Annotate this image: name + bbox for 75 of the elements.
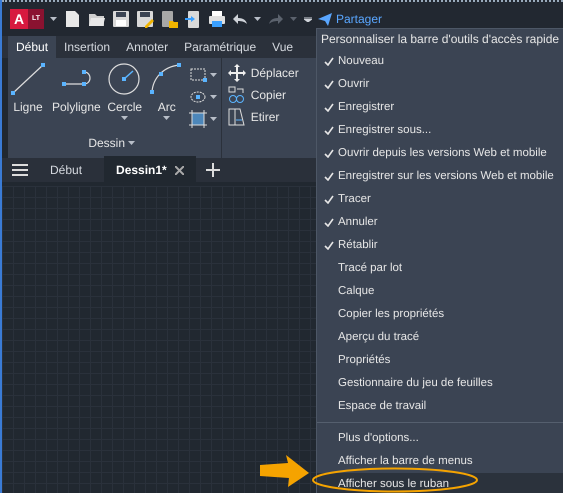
menu-item[interactable]: Annuler <box>317 211 563 234</box>
caret-icon <box>210 73 217 77</box>
small-tool-button[interactable] <box>188 66 217 84</box>
menu-item[interactable]: Ouvrir depuis les versions Web et mobile <box>317 142 563 165</box>
paper-plane-icon <box>318 12 332 26</box>
plus-icon[interactable] <box>206 163 220 177</box>
menu-item[interactable]: Espace de travail <box>317 395 563 418</box>
menu-item[interactable]: Rétablir <box>317 234 563 257</box>
ribbon-tab[interactable]: Insertion <box>56 36 118 58</box>
ribbon-tool-button[interactable]: Arc <box>146 62 187 134</box>
menu-item[interactable]: Afficher sous le ruban <box>317 473 563 493</box>
caret-icon <box>128 141 136 146</box>
menu-title: Personnaliser la barre d'outils d'accès rapide <box>320 31 560 48</box>
ribbon-tab[interactable]: Paramétrique <box>176 36 264 58</box>
menu-item[interactable]: Nouveau <box>317 50 563 73</box>
caret-icon[interactable] <box>254 16 262 22</box>
redo-icon[interactable] <box>268 13 284 25</box>
annotation-arrow <box>260 455 309 487</box>
move-arrows-icon <box>228 64 246 82</box>
undo-icon[interactable] <box>232 13 248 25</box>
ribbon-tab[interactable]: Annoter <box>118 36 176 58</box>
ribbon-tool-button[interactable]: Ligne <box>8 62 48 134</box>
menu-icon[interactable] <box>12 164 28 176</box>
menu-item[interactable]: Copier les propriétés <box>317 303 563 326</box>
menu-item[interactable]: Gestionnaire du jeu de feuilles <box>317 372 563 395</box>
menu-item[interactable]: Calque <box>317 280 563 303</box>
check-icon <box>324 195 334 204</box>
ribbon-tab[interactable]: Vue <box>264 36 302 58</box>
menu-item[interactable]: Ouvrir <box>317 73 563 96</box>
printer-icon[interactable] <box>208 10 226 28</box>
menu-item[interactable]: Aperçu du tracé <box>317 326 563 349</box>
new-file-icon[interactable] <box>64 10 82 28</box>
check-icon <box>324 57 334 66</box>
stretch-icon <box>228 108 246 126</box>
caret-icon <box>210 117 217 121</box>
menu-item[interactable]: Enregistrer <box>317 96 563 119</box>
menu-item[interactable]: Tracer <box>317 188 563 211</box>
check-icon <box>324 218 334 227</box>
small-tool-button[interactable] <box>188 110 217 128</box>
ribbon-tab[interactable]: Début <box>8 36 56 58</box>
menu-item[interactable]: Tracé par lot <box>317 257 563 280</box>
caret-icon <box>121 116 128 120</box>
check-icon <box>324 126 334 135</box>
menu-item[interactable]: Enregistrer sur les versions Web et mobile <box>317 165 563 188</box>
caret-icon <box>163 116 170 120</box>
tablet-folder-icon[interactable] <box>160 10 178 28</box>
menu-item[interactable]: Propriétés <box>317 349 563 372</box>
check-icon <box>324 172 334 181</box>
caret-icon <box>210 95 217 99</box>
share-button[interactable]: Partager <box>318 10 382 28</box>
close-icon[interactable] <box>174 166 184 174</box>
menu-item[interactable]: Plus d'options... <box>317 427 563 450</box>
caret-icon[interactable] <box>304 16 312 22</box>
hatch-icon <box>188 110 207 128</box>
save-icon[interactable] <box>112 10 130 28</box>
ribbon-tool-button[interactable]: Copier <box>228 86 299 104</box>
tablet-arrow-icon[interactable] <box>184 10 202 28</box>
panel-title-button[interactable]: Dessin <box>88 134 136 158</box>
menu-item[interactable]: Enregistrer sous... <box>317 119 563 142</box>
copy-icon <box>228 86 246 104</box>
ribbon-tool-button[interactable]: Cercle <box>104 62 145 134</box>
caret-icon[interactable] <box>50 16 58 22</box>
check-icon <box>324 103 334 112</box>
menu-item[interactable]: Afficher la barre de menus <box>317 450 563 473</box>
ribbon-tool-button[interactable]: Polyligne <box>50 62 103 134</box>
check-icon <box>324 241 334 250</box>
save-as-icon[interactable] <box>136 10 154 28</box>
line-icon <box>10 62 46 96</box>
check-icon <box>324 80 334 89</box>
file-tab[interactable]: Début <box>38 156 94 184</box>
rectangle-icon <box>188 66 207 84</box>
file-tab[interactable]: Dessin1* <box>104 156 196 184</box>
ribbon-tool-button[interactable]: Déplacer <box>228 64 299 82</box>
check-icon <box>324 149 334 158</box>
ribbon-tool-button[interactable]: Etirer <box>228 108 299 126</box>
